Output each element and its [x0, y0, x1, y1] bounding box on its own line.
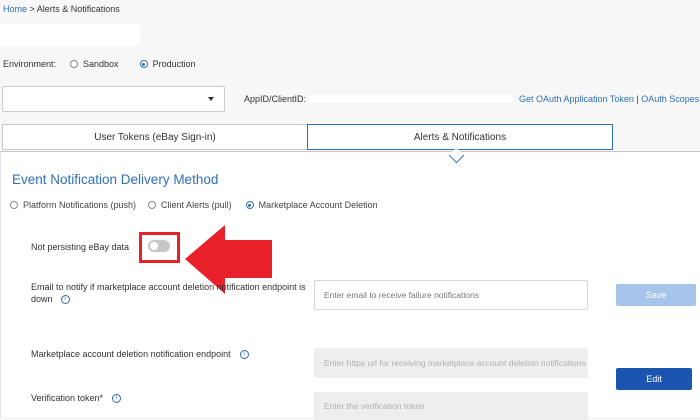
oauth-links: Get OAuth Application Token | OAuth Scop… — [519, 94, 699, 104]
endpoint-label-text: Marketplace account deletion notificatio… — [31, 349, 231, 359]
verification-token-input[interactable]: Enter the verification token — [314, 392, 588, 420]
production-radio-label[interactable]: Production — [153, 59, 196, 69]
edit-button[interactable]: Edit — [616, 368, 692, 390]
email-label-line1: Email to notify if marketplace account d… — [31, 282, 306, 292]
chevron-down-icon — [208, 97, 214, 101]
tab-alerts-notifications[interactable]: Alerts & Notifications — [307, 124, 613, 150]
not-persisting-label: Not persisting eBay data — [31, 242, 130, 252]
sandbox-radio[interactable] — [70, 60, 79, 68]
tab-user-tokens-label: User Tokens (eBay Sign-in) — [94, 131, 216, 143]
environment-label: Environment: — [3, 59, 57, 69]
appid-label: AppID/ClientID: — [244, 94, 307, 104]
sandbox-radio-label[interactable]: Sandbox — [83, 59, 119, 69]
client-alerts-radio[interactable] — [148, 201, 157, 209]
breadcrumb-home-link[interactable]: Home — [3, 4, 27, 14]
required-mark: * — [99, 393, 104, 403]
token-info-icon[interactable]: i — [112, 394, 122, 404]
verification-token-label-text: Verification token — [31, 393, 100, 403]
email-info-icon[interactable]: i — [60, 295, 70, 305]
breadcrumb-current: Alerts & Notifications — [36, 4, 120, 14]
tab-bar: User Tokens (eBay Sign-in) Alerts & Noti… — [0, 124, 700, 152]
endpoint-label: Marketplace account deletion notificatio… — [31, 349, 249, 360]
failure-email-input[interactable]: Enter email to receive failure notificat… — [314, 280, 588, 310]
endpoint-info-icon[interactable]: i — [239, 350, 249, 360]
marketplace-account-deletion-radio[interactable] — [245, 201, 254, 209]
marketplace-account-deletion-label[interactable]: Marketplace Account Deletion — [259, 200, 378, 210]
verification-token-label: Verification token* i — [31, 393, 122, 404]
email-label-line2: down — [31, 294, 53, 304]
toggle-highlight-box — [139, 232, 180, 263]
oauth-scopes-link[interactable]: OAuth Scopes — [641, 94, 699, 104]
endpoint-url-input[interactable]: Enter https url for receiving marketplac… — [314, 348, 588, 378]
tab-user-tokens[interactable]: User Tokens (eBay Sign-in) — [2, 124, 308, 150]
client-alerts-label[interactable]: Client Alerts (pull) — [161, 200, 232, 210]
platform-notifications-radio[interactable] — [10, 201, 18, 209]
tab-alerts-label: Alerts & Notifications — [413, 131, 507, 143]
application-select[interactable] — [2, 86, 225, 112]
breadcrumb-separator: > — [27, 4, 37, 14]
get-oauth-token-link[interactable]: Get OAuth Application Token — [519, 94, 634, 104]
appid-value — [309, 95, 513, 103]
platform-notifications-label[interactable]: Platform Notifications (push) — [23, 200, 136, 210]
breadcrumb: Home > Alerts & Notifications — [3, 4, 120, 14]
production-radio[interactable] — [139, 60, 148, 68]
save-button[interactable]: Save — [616, 284, 696, 306]
environment-selector: Environment: Sandbox Production — [3, 59, 196, 69]
section-title: Event Notification Delivery Method — [12, 172, 219, 187]
delivery-method-options: Platform Notifications (push) Client Ale… — [10, 200, 378, 210]
app-name-field — [0, 24, 140, 46]
email-label: Email to notify if marketplace account d… — [31, 281, 311, 305]
